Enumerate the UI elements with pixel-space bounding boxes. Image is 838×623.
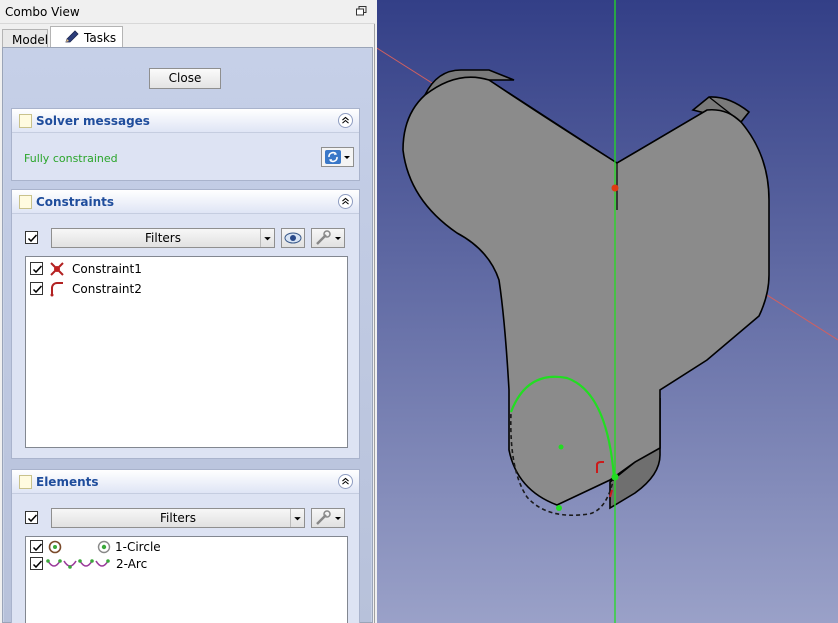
combo-view-panel: Combo View Model Tasks Close Solver mess… xyxy=(0,0,375,623)
checkmark-icon xyxy=(32,265,43,274)
refresh-icon xyxy=(325,150,341,164)
checkmark-icon xyxy=(32,543,43,552)
constraint-checkbox[interactable] xyxy=(30,262,43,275)
arc-point[interactable] xyxy=(556,505,562,511)
list-item[interactable]: 1-Circle xyxy=(30,539,330,555)
element-settings-button[interactable] xyxy=(311,508,345,528)
coincident-constraint-icon xyxy=(50,262,64,276)
y-shaped-part[interactable] xyxy=(402,69,770,510)
combo-view-title: Combo View xyxy=(5,5,80,19)
collapse-icon[interactable] xyxy=(338,194,353,209)
checkmark-icon xyxy=(27,514,38,523)
chevron-down-icon xyxy=(260,229,271,247)
elements-filter-label: Filters xyxy=(160,511,196,525)
eye-icon xyxy=(284,232,302,244)
list-item[interactable]: 2-Arc xyxy=(30,556,330,572)
list-item[interactable]: Constraint2 xyxy=(30,281,330,297)
circle-element-icon xyxy=(48,540,62,554)
pencil-icon xyxy=(65,30,79,43)
constraints-box: Constraints Filters Constraint1 Constrai… xyxy=(11,189,360,459)
select-all-elements-checkbox[interactable] xyxy=(25,511,38,524)
wrench-icon xyxy=(316,510,331,525)
taskbox-icon xyxy=(19,195,32,209)
3d-scene[interactable] xyxy=(377,0,838,623)
list-item[interactable]: Constraint1 xyxy=(30,261,330,277)
tab-model-label: Model xyxy=(12,33,49,47)
radius-constraint-icon xyxy=(50,282,63,297)
checkmark-icon xyxy=(27,234,38,243)
tab-tasks[interactable]: Tasks xyxy=(50,26,123,48)
constraint-label: Constraint2 xyxy=(72,282,142,296)
select-all-constraints-checkbox[interactable] xyxy=(25,231,38,244)
chevron-down-icon xyxy=(290,509,301,527)
element-checkbox[interactable] xyxy=(30,557,43,570)
close-button[interactable]: Close xyxy=(149,68,221,89)
chevron-down-icon xyxy=(335,237,341,240)
elements-list[interactable]: 1-Circle 2-Arc xyxy=(25,536,348,623)
arc-element-icon xyxy=(46,559,110,569)
combo-view-tabs: Model Tasks xyxy=(0,24,375,48)
solver-messages-title: Solver messages xyxy=(36,114,150,128)
elements-box: Elements Filters 1-Circle 2-Arc xyxy=(11,469,360,623)
tab-tasks-label: Tasks xyxy=(84,31,117,45)
element-label: 2-Arc xyxy=(116,557,148,571)
elements-filter-dropdown[interactable]: Filters xyxy=(51,508,305,528)
elements-header[interactable]: Elements xyxy=(12,470,359,494)
constraints-header[interactable]: Constraints xyxy=(12,190,359,214)
collapse-icon[interactable] xyxy=(338,113,353,128)
element-checkbox[interactable] xyxy=(30,540,43,553)
arc-end-point[interactable] xyxy=(611,473,619,481)
chevron-down-icon xyxy=(335,517,341,520)
solver-messages-header[interactable]: Solver messages xyxy=(12,109,359,133)
checkmark-icon xyxy=(32,560,43,569)
constraint-checkbox[interactable] xyxy=(30,282,43,295)
auto-update-button[interactable] xyxy=(321,147,354,167)
float-panel-icon[interactable] xyxy=(356,6,367,16)
wrench-icon xyxy=(316,230,331,245)
solver-status-text: Fully constrained xyxy=(24,152,118,165)
constraints-filter-dropdown[interactable]: Filters xyxy=(51,228,275,248)
chevron-down-icon xyxy=(344,156,350,159)
3d-view[interactable] xyxy=(377,0,838,623)
taskbox-icon xyxy=(19,114,32,128)
constraints-title: Constraints xyxy=(36,195,115,209)
origin-point[interactable] xyxy=(611,184,619,192)
checkmark-icon xyxy=(32,285,43,294)
constraint-settings-button[interactable] xyxy=(311,228,345,248)
constraints-filter-label: Filters xyxy=(145,231,181,245)
constraint-label: Constraint1 xyxy=(72,262,142,276)
visibility-button[interactable] xyxy=(281,228,305,248)
taskbox-icon xyxy=(19,475,32,489)
elements-title: Elements xyxy=(36,475,99,489)
tab-model[interactable]: Model xyxy=(2,29,48,48)
combo-view-titlebar: Combo View xyxy=(0,0,375,24)
center-point-icon xyxy=(97,540,111,554)
constraints-list[interactable]: Constraint1 Constraint2 xyxy=(25,256,348,448)
collapse-icon[interactable] xyxy=(338,474,353,489)
element-label: 1-Circle xyxy=(115,540,161,554)
solver-messages-box: Solver messages Fully constrained xyxy=(11,108,360,181)
circle-center-point[interactable] xyxy=(558,444,564,450)
